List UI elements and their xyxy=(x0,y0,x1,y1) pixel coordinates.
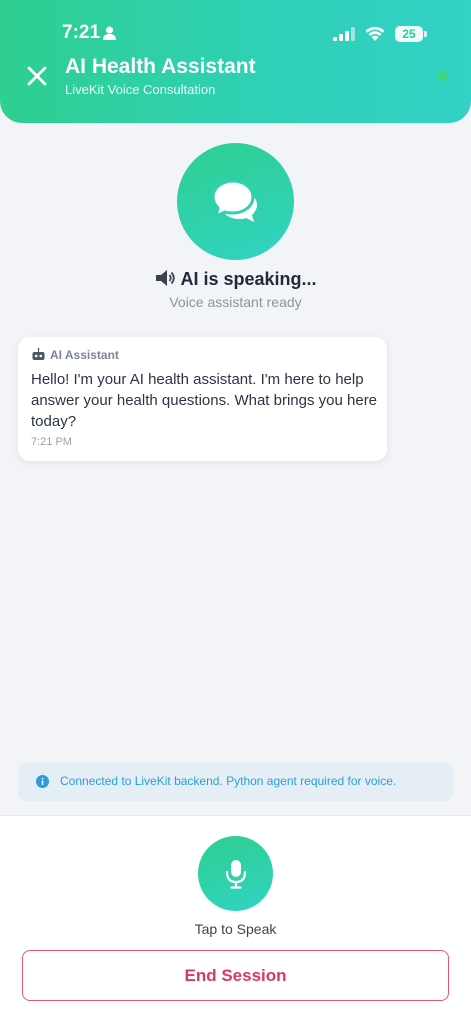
message-sender-name: AI Assistant xyxy=(50,348,119,362)
chat-bubbles-icon xyxy=(210,178,257,222)
speaking-text: AI is speaking... xyxy=(180,269,317,289)
microphone-icon xyxy=(225,859,246,889)
end-session-button[interactable]: End Session xyxy=(22,950,449,1001)
assistant-avatar xyxy=(177,143,294,260)
battery-indicator: 25 xyxy=(395,26,423,42)
speaker-icon xyxy=(156,270,176,286)
wifi-icon xyxy=(365,26,385,41)
speaking-status: AI is speaking... xyxy=(0,268,471,290)
close-icon[interactable] xyxy=(24,63,50,89)
tap-to-speak-label: Tap to Speak xyxy=(194,921,277,937)
page-title: AI Health Assistant xyxy=(65,55,256,78)
assistant-ready-text: Voice assistant ready xyxy=(169,294,302,310)
header: 7:21 25 AI Health Assistant LiveKit Voic… xyxy=(0,0,471,123)
page-subtitle: LiveKit Voice Consultation xyxy=(65,82,216,97)
connection-info-text: Connected to LiveKit backend. Python age… xyxy=(60,774,397,788)
connection-status-dot xyxy=(438,71,448,81)
person-icon xyxy=(103,26,116,40)
message-text: Hello! I'm your AI health assistant. I'm… xyxy=(31,371,378,430)
message-sender: AI Assistant xyxy=(31,348,119,362)
assistant-message: AI Assistant Hello! I'm your AI health a… xyxy=(18,337,387,461)
battery-cap xyxy=(424,31,427,37)
cellular-signal-icon xyxy=(333,27,355,41)
connection-info-banner: Connected to LiveKit backend. Python age… xyxy=(18,762,453,801)
message-timestamp: 7:21 PM xyxy=(31,436,72,448)
robot-icon xyxy=(32,348,45,360)
status-time: 7:21 xyxy=(62,22,101,43)
info-icon xyxy=(36,775,49,788)
tap-to-speak-button[interactable] xyxy=(198,836,273,911)
